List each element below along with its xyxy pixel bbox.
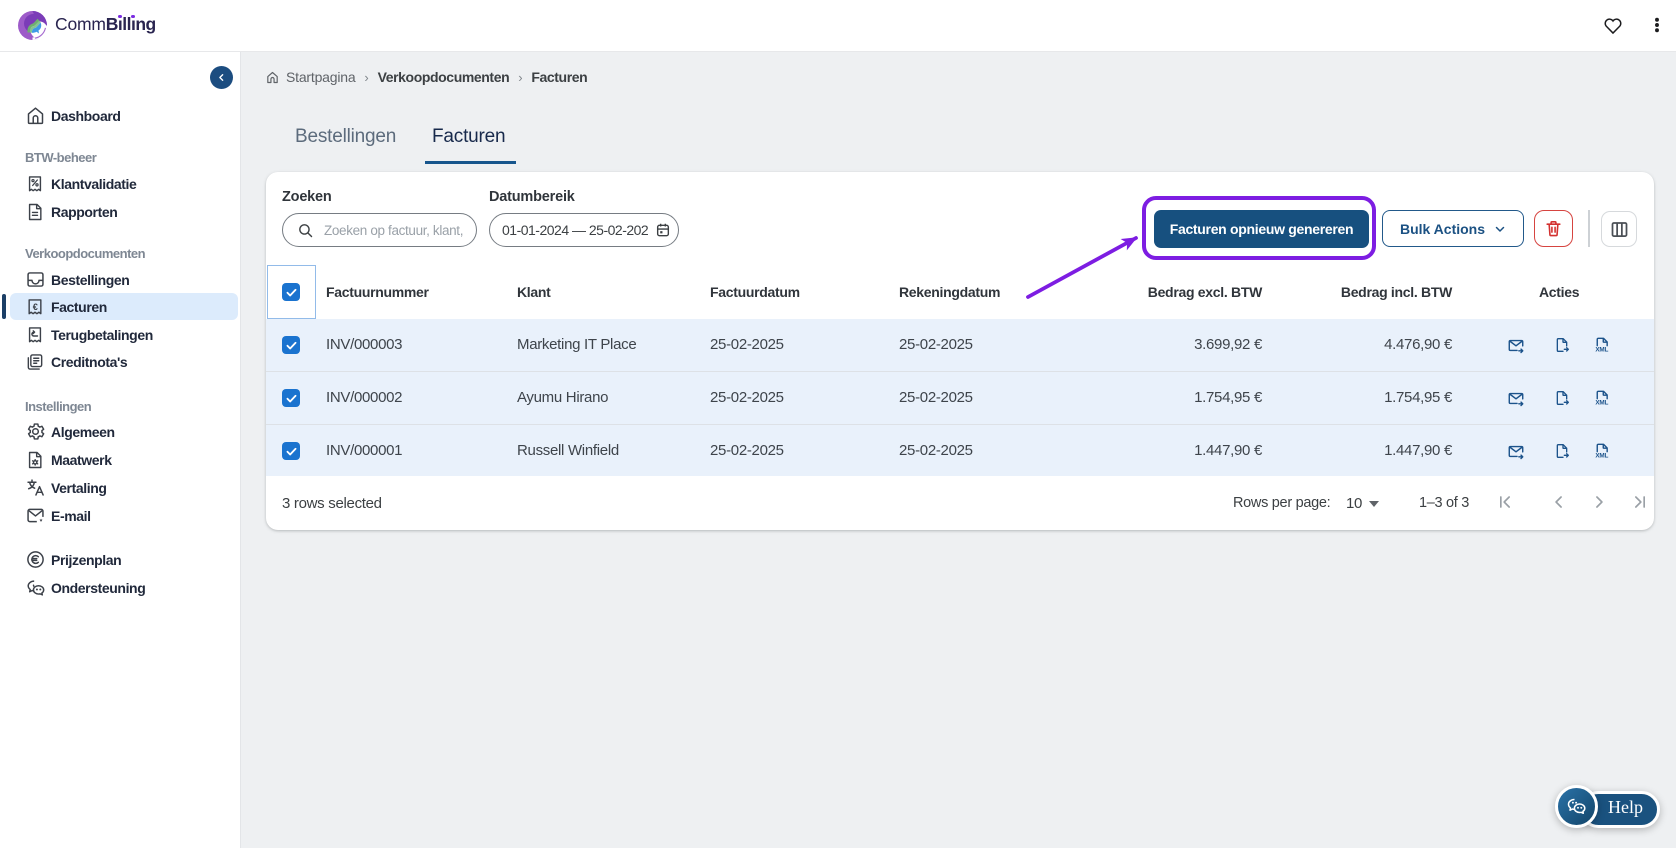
svg-text:€: € [33, 302, 38, 312]
svg-text:XML: XML [1595, 453, 1608, 460]
svg-text:XML: XML [1595, 347, 1608, 354]
svg-text:XML: XML [1595, 400, 1608, 407]
